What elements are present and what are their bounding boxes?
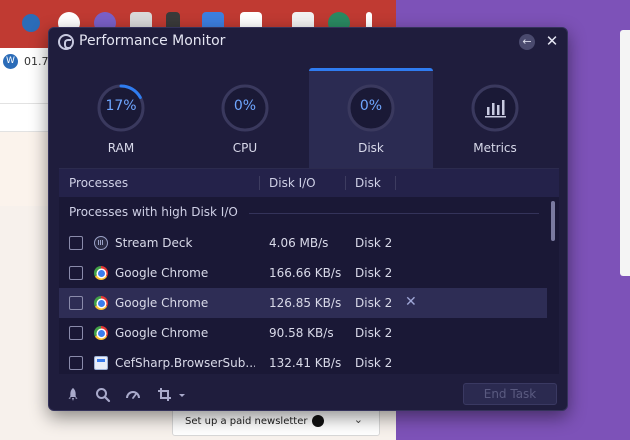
crop-icon[interactable] xyxy=(157,387,187,403)
active-tab-indicator xyxy=(309,68,433,71)
table-row[interactable]: Google Chrome 166.66 KB/s Disk 2 xyxy=(59,258,547,288)
tab-disk-label: Disk xyxy=(358,141,384,155)
process-disk: Disk 2 xyxy=(355,356,393,370)
chrome-icon xyxy=(94,326,108,340)
column-header-disk-io[interactable]: Disk I/O xyxy=(269,169,316,197)
row-checkbox[interactable] xyxy=(69,236,83,250)
background-window-edge xyxy=(620,30,630,276)
tab-cpu-label: CPU xyxy=(232,141,258,155)
search-icon[interactable] xyxy=(95,387,111,403)
wordpress-icon[interactable]: W xyxy=(3,54,18,69)
bottom-toolbar: End Task xyxy=(49,374,567,410)
column-separator[interactable] xyxy=(395,176,396,190)
process-list-panel: Processes Disk I/O Disk Processes with h… xyxy=(59,168,559,374)
process-name: CefSharp.BrowserSub... xyxy=(115,356,255,370)
tab-disk[interactable]: 0% Disk xyxy=(309,68,433,168)
process-disk: Disk 2 xyxy=(355,296,393,310)
group-divider xyxy=(249,213,539,214)
background-panel xyxy=(0,132,52,206)
divider xyxy=(0,103,52,104)
column-header-disk[interactable]: Disk xyxy=(355,169,381,197)
performance-monitor-window: Performance Monitor ← ✕ 17% RAM 0% CPU 0… xyxy=(48,27,568,411)
row-checkbox[interactable] xyxy=(69,296,83,310)
chrome-icon xyxy=(94,266,108,280)
bar-chart-icon xyxy=(471,84,519,132)
process-disk-io: 4.06 MB/s xyxy=(269,236,329,250)
table-row[interactable]: Google Chrome 126.85 KB/s Disk 2 ✕ xyxy=(59,288,547,318)
process-name: Stream Deck xyxy=(115,236,193,250)
group-label: Processes with high Disk I/O xyxy=(69,205,238,219)
cpu-value: 0% xyxy=(233,98,257,114)
speed-icon[interactable] xyxy=(125,387,141,403)
process-name: Google Chrome xyxy=(115,296,209,310)
disk-value: 0% xyxy=(359,98,383,114)
process-disk-io: 90.58 KB/s xyxy=(269,326,334,340)
chrome-icon xyxy=(94,296,108,310)
column-separator[interactable] xyxy=(345,176,346,190)
window-title: Performance Monitor xyxy=(79,33,226,49)
process-name: Google Chrome xyxy=(115,266,209,280)
bookmark-label[interactable]: 01.7 xyxy=(24,55,49,68)
end-process-close-icon[interactable]: ✕ xyxy=(405,294,417,310)
stream-deck-icon xyxy=(94,236,108,250)
process-disk: Disk 2 xyxy=(355,266,393,280)
title-bar[interactable]: Performance Monitor ← ✕ xyxy=(49,28,567,56)
rocket-icon[interactable] xyxy=(65,387,81,403)
process-disk: Disk 2 xyxy=(355,326,393,340)
tab-metrics[interactable]: Metrics xyxy=(433,68,557,168)
column-header-processes[interactable]: Processes xyxy=(69,169,128,197)
chevron-down-icon: ⌄ xyxy=(353,413,363,426)
newsletter-icon xyxy=(312,415,325,427)
background-panel xyxy=(0,206,52,440)
column-separator[interactable] xyxy=(259,176,260,190)
row-checkbox[interactable] xyxy=(69,266,83,280)
table-row[interactable]: Google Chrome 90.58 KB/s Disk 2 xyxy=(59,318,547,348)
cefsharp-icon xyxy=(94,356,108,370)
tab-metrics-label: Metrics xyxy=(473,141,517,155)
toolbar-extension-icon[interactable] xyxy=(22,14,40,32)
end-task-button[interactable]: End Task xyxy=(463,383,557,405)
scrollbar[interactable] xyxy=(549,199,557,375)
process-disk-io: 126.85 KB/s xyxy=(269,296,342,310)
app-logo-icon xyxy=(58,34,74,50)
tab-ram-label: RAM xyxy=(107,141,135,155)
process-disk: Disk 2 xyxy=(355,236,393,250)
row-checkbox[interactable] xyxy=(69,326,83,340)
newsletter-label: Set up a paid newsletter xyxy=(185,415,308,427)
table-row[interactable]: Stream Deck 4.06 MB/s Disk 2 xyxy=(59,228,547,258)
back-button[interactable]: ← xyxy=(519,34,535,50)
process-disk-io: 166.66 KB/s xyxy=(269,266,342,280)
ram-value: 17% xyxy=(105,98,137,114)
scrollbar-thumb[interactable] xyxy=(551,201,555,241)
tab-cpu[interactable]: 0% CPU xyxy=(183,68,307,168)
close-button[interactable]: ✕ xyxy=(543,32,561,50)
row-checkbox[interactable] xyxy=(69,356,83,370)
tab-ram[interactable]: 17% RAM xyxy=(59,68,183,168)
process-disk-io: 132.41 KB/s xyxy=(269,356,342,370)
process-name: Google Chrome xyxy=(115,326,209,340)
